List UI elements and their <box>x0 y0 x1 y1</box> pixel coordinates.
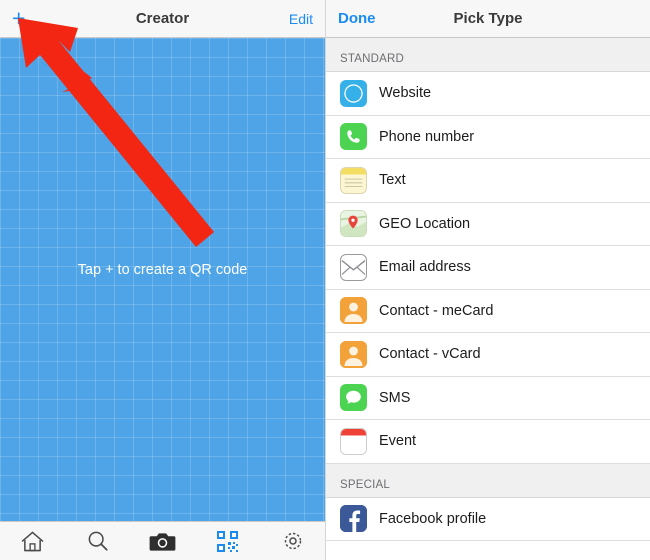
search-icon <box>88 531 108 551</box>
qrcode-icon <box>217 530 238 552</box>
list-item-website[interactable]: Website <box>326 72 650 116</box>
list-item-email-address[interactable]: Email address <box>326 246 650 290</box>
phone-icon <box>340 123 367 151</box>
tab-home[interactable] <box>10 524 56 558</box>
done-button[interactable]: Done <box>338 10 376 27</box>
tab-qrcode[interactable] <box>205 524 251 558</box>
edit-button[interactable]: Edit <box>289 11 313 27</box>
facebook-icon <box>340 505 367 533</box>
tab-settings[interactable] <box>270 524 316 558</box>
list-item-label: Contact - vCard <box>379 346 481 363</box>
contact-card-icon <box>340 340 367 368</box>
list-item-label: Event <box>379 433 417 450</box>
list-item-label: Email address <box>379 259 471 276</box>
calendar-icon <box>340 427 367 455</box>
creator-navigation-bar: + Creator Edit <box>0 0 325 38</box>
list-item-label: Facebook profile <box>379 510 487 527</box>
list-item-event[interactable]: Event <box>326 420 650 464</box>
picktype-navigation-bar: Done Pick Type <box>326 0 650 38</box>
camera-icon <box>149 532 176 551</box>
plus-icon[interactable]: + <box>12 7 38 30</box>
mail-envelope-icon <box>340 253 367 281</box>
list-item-label: Contact - meCard <box>379 302 494 319</box>
tab-search[interactable] <box>75 524 121 558</box>
list-item-geo-location[interactable]: GEO Location <box>326 202 650 246</box>
section-header-standard: STANDARD <box>326 38 650 72</box>
list-item-label: Website <box>379 85 432 102</box>
notes-icon <box>340 166 367 194</box>
canvas-hint-text: Tap + to create a QR code <box>77 262 248 278</box>
list-item-label: SMS <box>379 389 411 406</box>
home-icon <box>21 531 44 551</box>
list-item-text[interactable]: Text <box>326 159 650 203</box>
tab-camera[interactable] <box>140 524 186 558</box>
maps-pin-icon <box>340 210 367 238</box>
list-item-label: GEO Location <box>379 215 471 232</box>
list-item-phone-number[interactable]: Phone number <box>326 115 650 159</box>
page-title: Creator <box>135 10 190 27</box>
right-panel-pick-type: Done Pick Type STANDARD Website Phone nu… <box>325 0 650 560</box>
safari-compass-icon <box>340 79 367 107</box>
list-item-facebook-profile[interactable]: Facebook profile <box>326 497 650 541</box>
list-item-contact-mecard[interactable]: Contact - meCard <box>326 289 650 333</box>
app-screenshot: + Creator Edit Tap + to create a QR code <box>0 0 650 560</box>
gear-icon <box>284 532 301 550</box>
message-bubble-icon <box>340 384 367 412</box>
left-panel-creator: + Creator Edit Tap + to create a QR code <box>0 0 325 560</box>
bottom-tab-bar <box>0 521 325 560</box>
contact-card-icon <box>340 297 367 325</box>
section-header-special: SPECIAL <box>326 463 650 498</box>
list-item-label: Text <box>379 172 406 189</box>
list-item-contact-vcard[interactable]: Contact - vCard <box>326 333 650 377</box>
list-item-sms[interactable]: SMS <box>326 376 650 420</box>
creator-canvas[interactable]: Tap + to create a QR code <box>0 38 325 521</box>
list-item-label: Phone number <box>379 128 475 145</box>
